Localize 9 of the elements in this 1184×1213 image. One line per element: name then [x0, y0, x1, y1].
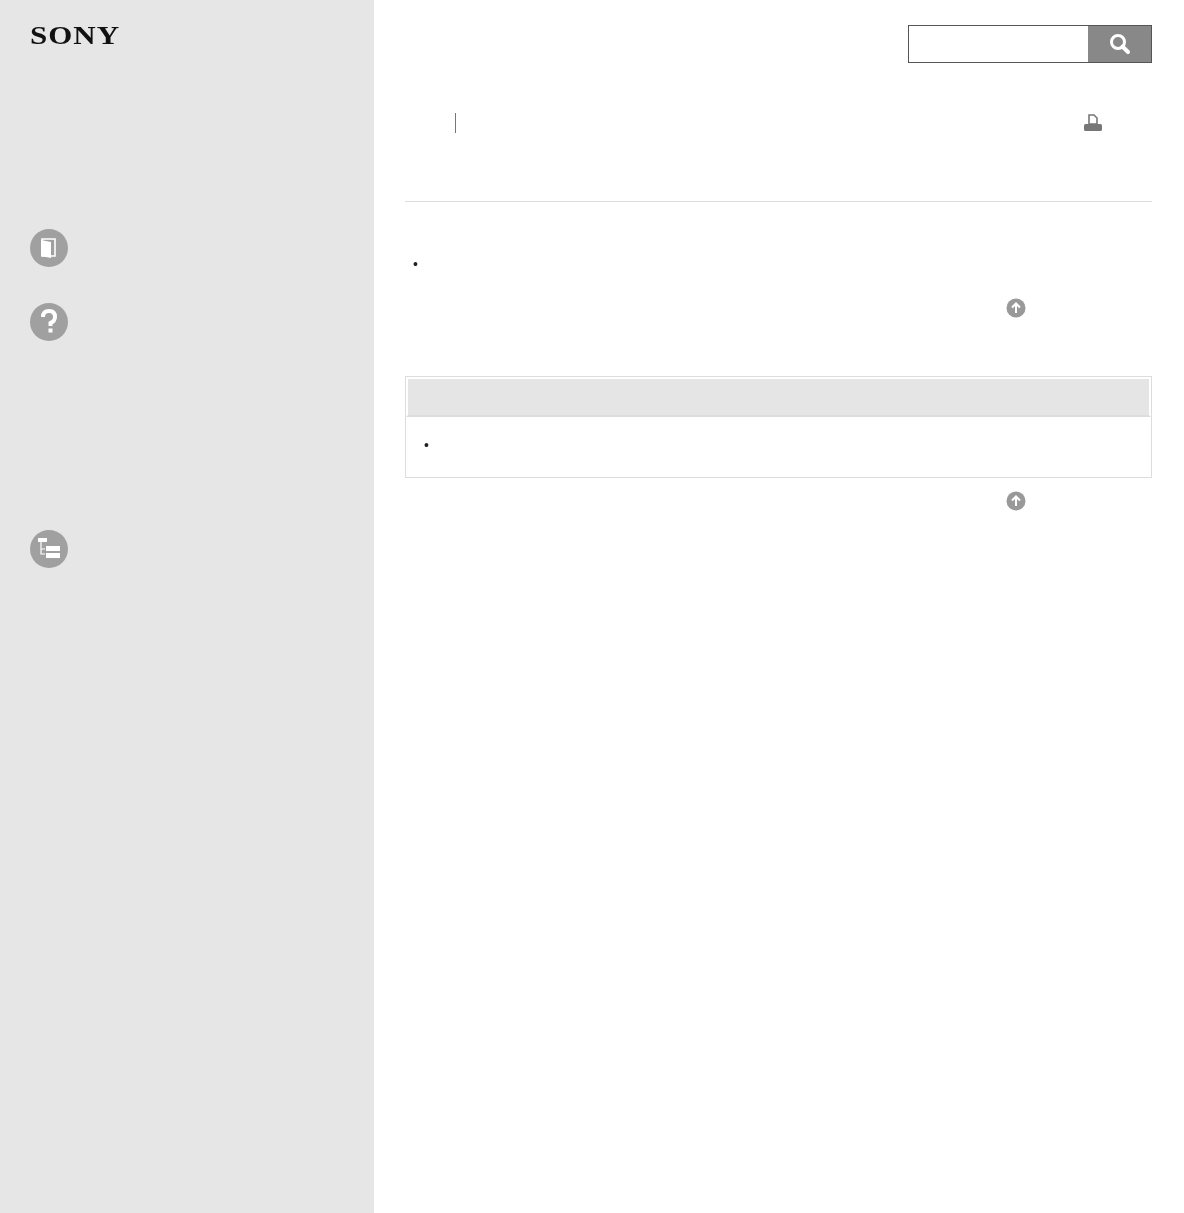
bullet: •	[424, 437, 429, 453]
back-to-top-icon[interactable]	[1006, 298, 1026, 318]
back-to-top-icon[interactable]	[1006, 491, 1026, 511]
logo[interactable]: SONY	[30, 21, 121, 51]
tree-icon[interactable]	[29, 529, 69, 569]
help-icon[interactable]	[29, 302, 69, 342]
print-icon[interactable]	[1083, 114, 1103, 132]
bullet: •	[413, 256, 418, 272]
manual-icon[interactable]	[29, 228, 69, 268]
